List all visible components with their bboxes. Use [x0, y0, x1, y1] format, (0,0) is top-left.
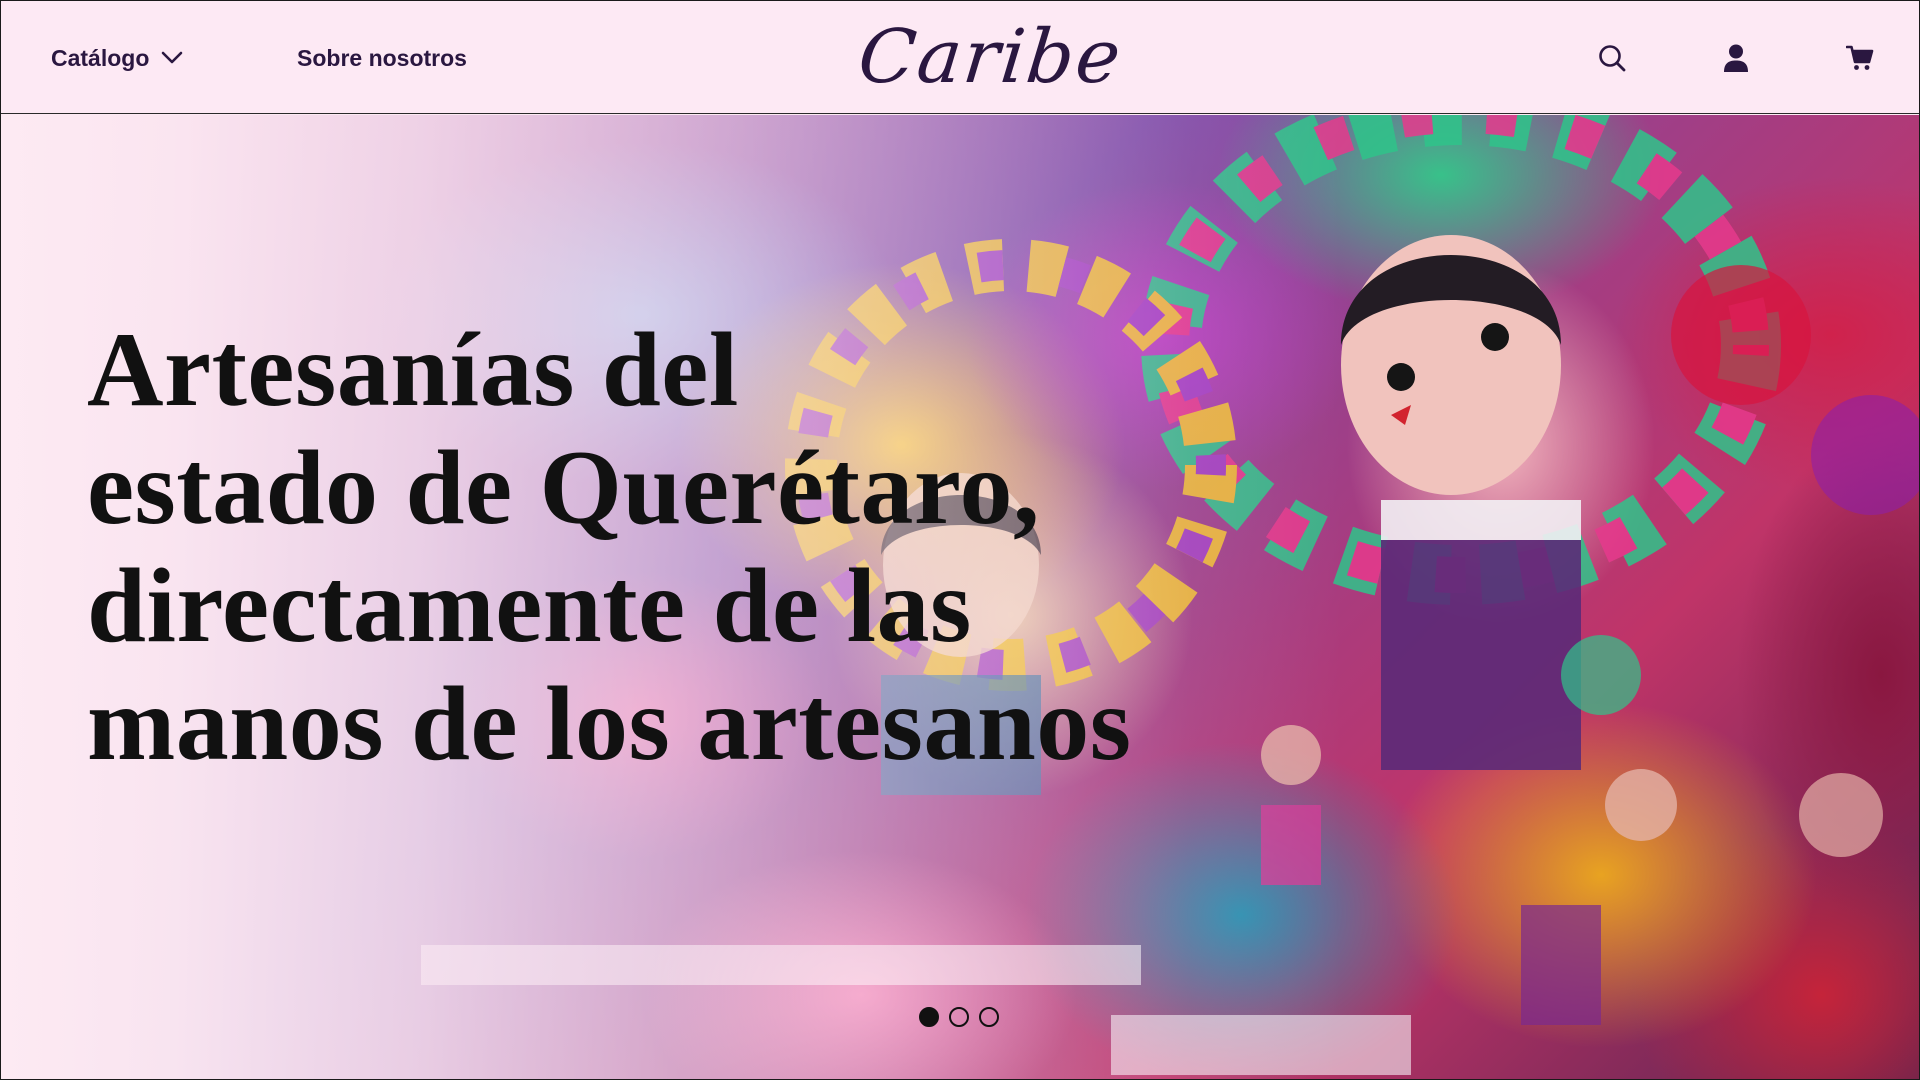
hero-title-line: manos de los artesanos [87, 665, 1132, 782]
hero-title: Artesanías del estado de Querétaro, dire… [87, 311, 1247, 783]
page-frame: Catálogo Sobre nosotros Caribe Artesanía… [0, 0, 1920, 1080]
cart-button[interactable] [1841, 39, 1879, 77]
hero-banner: Artesanías del estado de Querétaro, dire… [1, 115, 1919, 1079]
carousel-dot-1[interactable] [919, 1007, 939, 1027]
nav-sobre-nosotros[interactable]: Sobre nosotros [297, 41, 467, 75]
nav-sobre-nosotros-label: Sobre nosotros [297, 44, 467, 71]
account-button[interactable] [1717, 39, 1755, 77]
search-icon [1599, 45, 1626, 72]
carousel-indicators [919, 1005, 999, 1029]
chevron-down-icon [162, 51, 183, 64]
nav-catalogo[interactable]: Catálogo [51, 41, 183, 75]
carousel-dot-2[interactable] [949, 1007, 969, 1027]
user-icon [1724, 44, 1748, 72]
hero-title-line: Artesanías del [87, 311, 739, 428]
brand-logo[interactable]: Caribe [854, 9, 1126, 105]
cart-icon [1846, 45, 1874, 70]
nav-catalogo-label: Catálogo [51, 44, 150, 71]
search-button[interactable] [1593, 39, 1631, 77]
hero-title-line: estado de Querétaro, [87, 429, 1041, 546]
site-header: Catálogo Sobre nosotros Caribe [1, 1, 1919, 114]
hero-title-line: directamente de las [87, 547, 972, 664]
carousel-dot-3[interactable] [979, 1007, 999, 1027]
